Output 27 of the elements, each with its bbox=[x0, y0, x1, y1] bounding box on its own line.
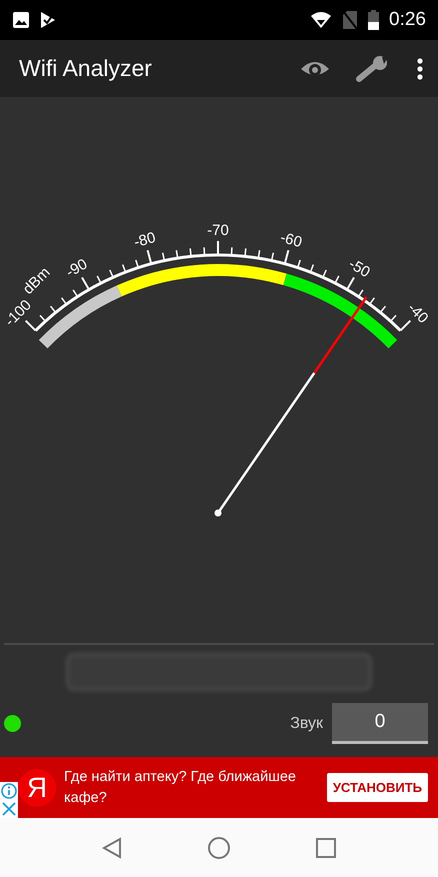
image-icon bbox=[12, 11, 30, 29]
scale-label: -100 bbox=[2, 296, 35, 330]
info-icon[interactable] bbox=[0, 782, 18, 800]
play-icon bbox=[40, 11, 56, 29]
sound-label: Звук bbox=[290, 714, 323, 732]
ad-logo: Я bbox=[18, 768, 56, 806]
scale-label: -80 bbox=[132, 229, 158, 252]
scale-label: -40 bbox=[404, 300, 432, 327]
menu-icon[interactable] bbox=[416, 58, 424, 80]
recents-icon[interactable] bbox=[316, 838, 336, 858]
battery-icon bbox=[368, 10, 380, 30]
scale-label: -90 bbox=[63, 256, 90, 282]
clock: 0:26 bbox=[389, 9, 426, 31]
back-icon[interactable] bbox=[102, 836, 122, 858]
close-icon[interactable] bbox=[0, 800, 18, 818]
wrench-icon[interactable] bbox=[356, 54, 390, 82]
unit-label: dBm bbox=[20, 264, 54, 298]
sound-field[interactable]: 0 bbox=[332, 703, 428, 744]
scale-label: -60 bbox=[278, 229, 304, 252]
no-sim-icon bbox=[342, 10, 358, 30]
app-title: Wifi Analyzer bbox=[19, 55, 153, 82]
home-icon[interactable] bbox=[206, 836, 231, 860]
install-button[interactable]: УСТАНОВИТЬ bbox=[326, 773, 428, 802]
scale-label: -50 bbox=[346, 256, 373, 282]
wifi-icon bbox=[310, 11, 332, 29]
ad-text: Где найти аптеку? Где ближайшее кафе? bbox=[64, 768, 297, 808]
scale-label: -70 bbox=[207, 222, 229, 239]
